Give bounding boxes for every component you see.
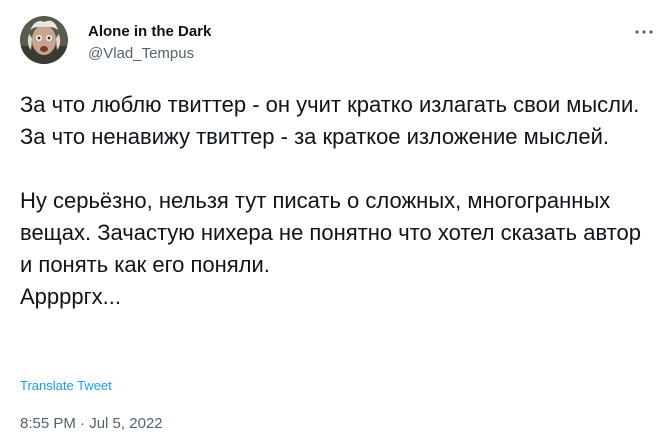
more-options-icon: [635, 30, 653, 34]
tweet-date: Jul 5, 2022: [89, 415, 163, 432]
more-options-button[interactable]: [632, 20, 656, 44]
tweet-time: 8:55 PM: [20, 415, 76, 432]
translate-tweet-link[interactable]: Translate Tweet: [20, 378, 112, 393]
author-handle[interactable]: @Vlad_Tempus: [88, 45, 194, 62]
timestamp-separator: ·: [80, 415, 86, 432]
avatar-photo-icon: [20, 16, 68, 64]
tweet-card: Alone in the Dark @Vlad_Tempus За что лю…: [0, 0, 672, 448]
tweet-text: За что люблю твиттер - он учит кратко из…: [20, 92, 641, 309]
author-avatar[interactable]: [20, 16, 68, 64]
tweet-timestamp[interactable]: 8:55 PM · Jul 5, 2022: [20, 415, 163, 432]
author-display-name[interactable]: Alone in the Dark: [88, 23, 211, 40]
